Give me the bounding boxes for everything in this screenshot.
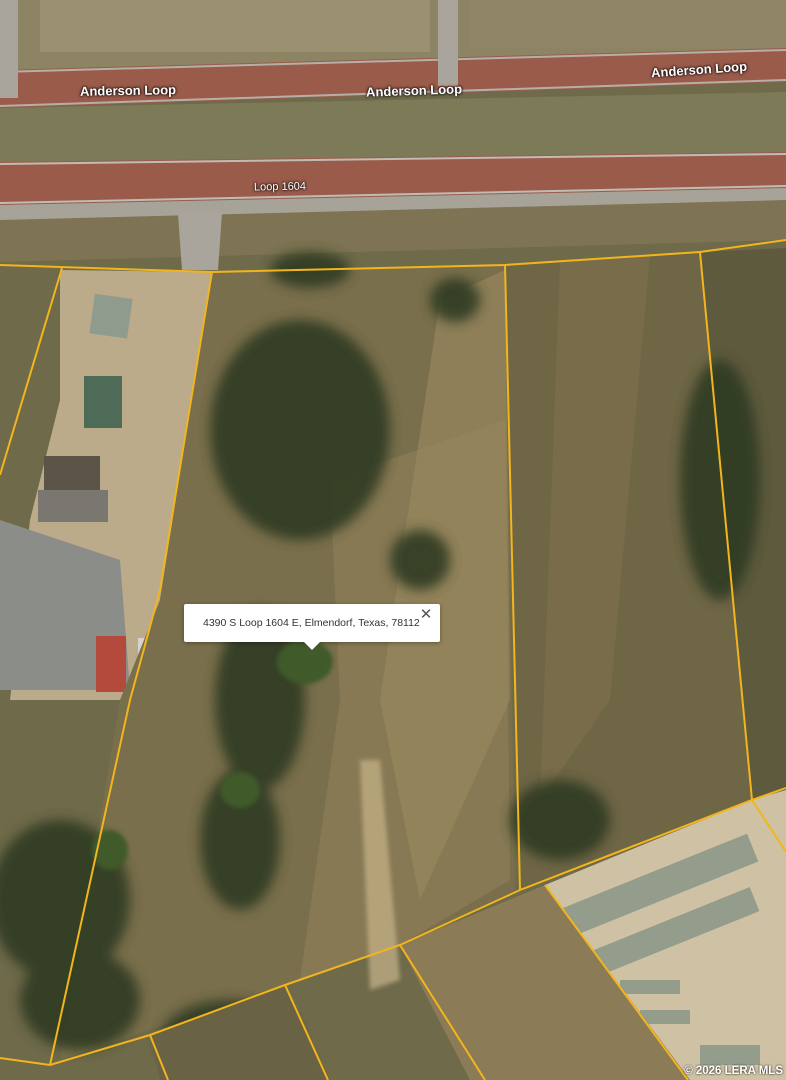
popup-address: 4390 S Loop 1604 E, Elmendorf, Texas, 78…	[203, 617, 420, 629]
satellite-imagery	[0, 0, 786, 1080]
close-icon[interactable]: ✕	[418, 607, 434, 623]
road-label-anderson-loop: Anderson Loop	[79, 82, 177, 99]
road-label-loop-1604: Loop 1604	[253, 180, 307, 194]
copyright-text: 2026 LERA MLS	[695, 1065, 783, 1077]
address-popup: 4390 S Loop 1604 E, Elmendorf, Texas, 78…	[184, 604, 440, 650]
copyright-notice: © 2026 LERA MLS	[684, 1065, 783, 1077]
popup-pointer	[304, 642, 320, 650]
satellite-map[interactable]: Anderson Loop Anderson Loop Anderson Loo…	[0, 0, 786, 1080]
